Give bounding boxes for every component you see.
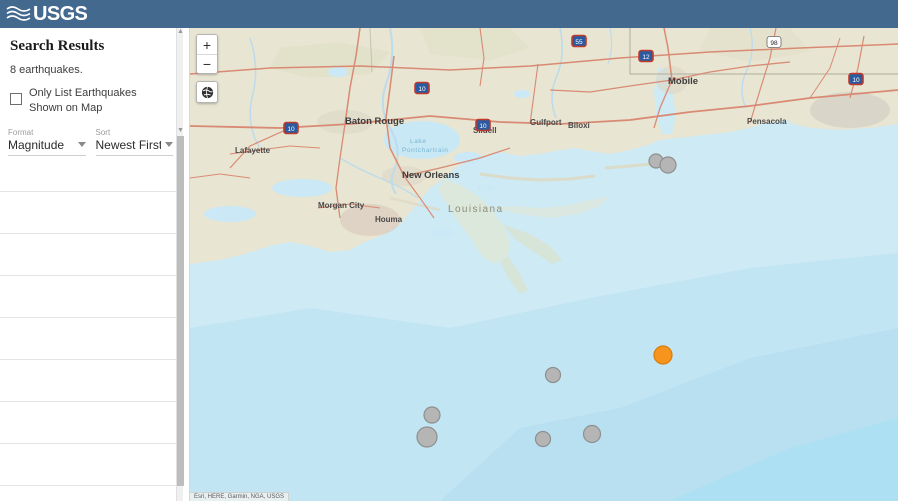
svg-text:55: 55 — [575, 39, 583, 46]
scroll-down-arrow-icon[interactable]: ▼ — [177, 127, 184, 135]
map-attribution: Esri, HERE, Garmin, NGA, USGS — [190, 492, 290, 501]
map-city-label: Baton Rouge — [345, 116, 404, 127]
earthquake-details — [34, 296, 177, 298]
earthquake-marker[interactable] — [659, 156, 677, 174]
usgs-logo[interactable]: USGS — [0, 3, 88, 25]
map-canvas: Baton Rouge New Orleans Mobile Lafayette Mor… — [190, 28, 898, 501]
map-city-label: Mobile — [668, 76, 698, 87]
format-select-value: Magnitude — [8, 137, 65, 152]
sort-select-label: Sort — [95, 127, 111, 137]
earthquake-marker[interactable] — [416, 426, 438, 448]
earthquake-marker[interactable] — [534, 430, 552, 448]
svg-text:12: 12 — [642, 54, 650, 61]
map-controls: + − — [196, 34, 218, 103]
earthquake-details — [34, 338, 177, 340]
sidebar-scrollbar[interactable]: ▲ ▼ — [176, 28, 184, 501]
earthquake-details — [34, 212, 177, 214]
earthquake-list-item[interactable] — [0, 233, 183, 275]
earthquake-details — [34, 464, 177, 466]
scroll-up-arrow-icon[interactable]: ▲ — [177, 28, 184, 36]
earthquake-count: 8 earthquakes. — [10, 64, 83, 76]
map-city-label: Morgan City — [318, 201, 365, 210]
globe-icon — [201, 86, 213, 98]
chevron-down-icon[interactable] — [77, 142, 86, 148]
only-list-shown-checkbox-row[interactable]: Only List Earthquakes Shown on Map — [10, 86, 173, 116]
checkbox-unchecked-icon[interactable] — [10, 93, 22, 105]
format-select-label: Format — [8, 127, 34, 137]
earthquake-map[interactable]: Baton Rouge New Orleans Mobile Lafayette Mor… — [190, 28, 898, 501]
search-results-sidebar: Search Results 8 earthquakes. Only List … — [0, 28, 190, 501]
interstate-shield-icon: 12 — [638, 49, 654, 63]
sort-select[interactable]: Sort Newest First — [95, 127, 173, 156]
map-city-label: Biloxi — [568, 121, 590, 130]
map-city-label: Pensacola — [747, 117, 787, 126]
zoom-out-button[interactable]: − — [197, 54, 217, 73]
earthquake-details — [34, 422, 177, 424]
zoom-control-group: + − — [196, 34, 218, 74]
only-list-shown-label: Only List Earthquakes Shown on Map — [29, 87, 137, 114]
usgs-earthquake-map-app: USGS Search Results 8 earthquakes. Only … — [0, 0, 898, 501]
basemap-button[interactable] — [197, 82, 217, 102]
app-header: USGS — [0, 0, 898, 28]
earthquake-list-item[interactable] — [0, 275, 183, 317]
usgs-wordmark: USGS — [33, 3, 88, 25]
svg-text:10: 10 — [852, 77, 860, 84]
map-city-label: Houma — [375, 215, 403, 224]
map-city-label: New Orleans — [402, 170, 460, 181]
chevron-down-icon[interactable] — [165, 142, 173, 148]
earthquake-list-item[interactable] — [0, 359, 183, 401]
sort-format-controls: Format Magnitude Sort Newest First — [0, 128, 183, 156]
earthquake-list-item[interactable] — [0, 443, 183, 485]
svg-text:10: 10 — [287, 126, 295, 133]
earthquake-list-item[interactable] — [0, 485, 183, 501]
sidebar-header: Search Results 8 earthquakes. Only List … — [0, 28, 183, 116]
earthquake-list-item[interactable] — [0, 191, 183, 233]
us-route-shield-icon: 98 — [766, 36, 782, 48]
interstate-shield-icon: 10 — [848, 72, 864, 86]
svg-text:10: 10 — [479, 123, 487, 130]
interstate-shield-icon: 55 — [571, 34, 587, 48]
svg-text:10: 10 — [418, 86, 426, 93]
basemap-control-group — [196, 81, 218, 103]
earthquake-list-item[interactable] — [0, 401, 183, 443]
earthquake-marker[interactable] — [544, 366, 562, 384]
earthquake-list-item[interactable] — [0, 317, 183, 359]
usgs-wave-logo-icon — [6, 5, 32, 23]
earthquake-list — [0, 191, 183, 501]
interstate-shield-icon: 10 — [414, 81, 430, 95]
map-state-label: Louisiana — [448, 204, 503, 215]
zoom-in-button[interactable]: + — [197, 35, 217, 54]
earthquake-marker[interactable] — [423, 406, 441, 424]
interstate-shield-icon: 10 — [283, 121, 299, 135]
earthquake-details — [34, 380, 177, 382]
scrollbar-thumb[interactable] — [177, 136, 184, 486]
svg-text:98: 98 — [770, 40, 778, 47]
map-city-label: Gulfport — [530, 118, 562, 127]
earthquake-details — [34, 254, 177, 256]
format-select[interactable]: Format Magnitude — [8, 128, 86, 156]
earthquake-marker-selected[interactable] — [653, 345, 673, 365]
page-title: Search Results — [10, 38, 105, 54]
map-water-label: Pontchartrain — [402, 147, 448, 154]
interstate-shield-icon: 10 — [475, 118, 491, 132]
earthquake-marker[interactable] — [582, 424, 602, 444]
map-city-label: Lafayette — [235, 146, 271, 155]
map-water-label: Lake — [410, 138, 427, 145]
sort-select-value: Newest First — [95, 137, 162, 152]
